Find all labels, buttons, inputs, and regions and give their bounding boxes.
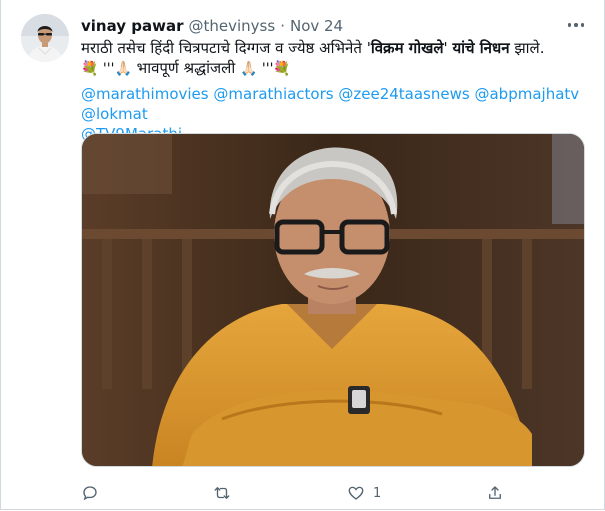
folded-hands-emoji: 🙏🏻	[114, 61, 132, 77]
text-segment: मराठी तसेच हिंदी चित्रपटाचे दिग्गज व ज्य…	[81, 39, 371, 57]
mention-link[interactable]: @zee24taasnews	[338, 85, 469, 103]
user-handle[interactable]: @thevinyss	[189, 17, 276, 35]
avatar[interactable]	[21, 14, 69, 62]
heart-icon	[348, 486, 364, 500]
avatar-image	[21, 14, 69, 62]
mention-link[interactable]: @marathimovies	[81, 85, 209, 103]
tweet-card[interactable]: vinay pawar @thevinyss · Nov 24 मराठी तस…	[0, 0, 605, 510]
text-bold-name: विक्रम गोखले	[370, 39, 444, 57]
bouquet-emoji: 💐 '''	[81, 61, 115, 77]
photo-portrait	[82, 134, 584, 466]
tweet-photo[interactable]	[81, 133, 585, 467]
display-name[interactable]: vinay pawar	[81, 17, 184, 35]
retweet-button[interactable]	[213, 482, 231, 504]
text-segment: झाले.	[509, 39, 545, 57]
tweet-text: मराठी तसेच हिंदी चित्रपटाचे दिग्गज व ज्य…	[81, 38, 591, 79]
more-options-icon[interactable]	[565, 18, 587, 32]
folded-hands-emoji: 🙏🏻	[240, 61, 258, 77]
bouquet-emoji: '''💐	[257, 61, 291, 77]
tweet-header: vinay pawar @thevinyss · Nov 24	[81, 16, 343, 36]
reply-button[interactable]	[81, 482, 99, 504]
share-icon	[489, 486, 501, 499]
mention-link[interactable]: @marathiactors	[213, 85, 333, 103]
separator-dot: ·	[280, 17, 285, 35]
tweet-date[interactable]: Nov 24	[290, 17, 343, 35]
mention-link[interactable]: @lokmat	[81, 105, 148, 123]
tweet-actions: 1	[81, 482, 511, 504]
reply-icon	[83, 486, 97, 501]
mention-link[interactable]: @abpmajhatv	[474, 85, 579, 103]
like-count: 1	[373, 485, 382, 501]
tweet-text-line-2: 💐 '''🙏🏻 भावपूर्ण श्रद्धांजली 🙏🏻 '''💐	[81, 58, 591, 79]
like-button[interactable]: 1	[347, 482, 381, 504]
tweet-text-line-1: मराठी तसेच हिंदी चित्रपटाचे दिग्गज व ज्य…	[81, 38, 591, 58]
share-button[interactable]	[486, 482, 504, 504]
text-bold-phrase: यांचे निधन	[452, 39, 510, 57]
text-segment: भावपूर्ण श्रद्धांजली	[131, 59, 240, 77]
retweet-icon	[214, 487, 230, 499]
